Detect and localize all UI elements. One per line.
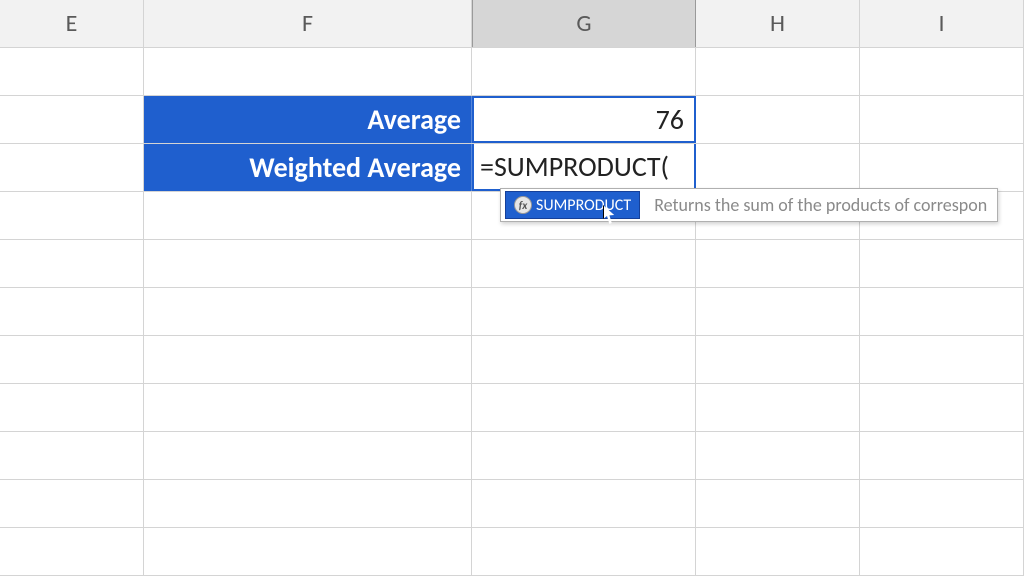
- cell-F7[interactable]: [144, 336, 472, 383]
- cell-H6[interactable]: [696, 288, 860, 335]
- cell-I5[interactable]: [860, 240, 1024, 287]
- cell-I2[interactable]: [860, 96, 1024, 143]
- row-5: [0, 240, 1024, 288]
- cell-F6[interactable]: [144, 288, 472, 335]
- row-1: [0, 48, 1024, 96]
- cell-F1[interactable]: [144, 48, 472, 95]
- cell-G5[interactable]: [472, 240, 696, 287]
- cell-H2[interactable]: [696, 96, 860, 143]
- cell-G8[interactable]: [472, 384, 696, 431]
- cell-E4[interactable]: [0, 192, 144, 239]
- cell-H5[interactable]: [696, 240, 860, 287]
- row-2: Average 76: [0, 96, 1024, 144]
- cell-E7[interactable]: [0, 336, 144, 383]
- cell-I7[interactable]: [860, 336, 1024, 383]
- cell-I11[interactable]: [860, 528, 1024, 575]
- cell-I3[interactable]: [860, 144, 1024, 191]
- cell-H1[interactable]: [696, 48, 860, 95]
- col-header-E[interactable]: E: [0, 0, 144, 47]
- cell-H11[interactable]: [696, 528, 860, 575]
- cell-F11[interactable]: [144, 528, 472, 575]
- cell-G10[interactable]: [472, 480, 696, 527]
- spreadsheet: E F G H I Average 76 Weighted Average =S…: [0, 0, 1024, 576]
- cell-I6[interactable]: [860, 288, 1024, 335]
- row-6: [0, 288, 1024, 336]
- cell-F9[interactable]: [144, 432, 472, 479]
- row-9: [0, 432, 1024, 480]
- cell-H3[interactable]: [696, 144, 860, 191]
- cell-H8[interactable]: [696, 384, 860, 431]
- cell-I10[interactable]: [860, 480, 1024, 527]
- cell-E11[interactable]: [0, 528, 144, 575]
- cell-G11[interactable]: [472, 528, 696, 575]
- cell-F5[interactable]: [144, 240, 472, 287]
- cell-F3[interactable]: Weighted Average: [144, 144, 472, 191]
- cell-G9[interactable]: [472, 432, 696, 479]
- cell-E9[interactable]: [0, 432, 144, 479]
- row-8: [0, 384, 1024, 432]
- cell-H10[interactable]: [696, 480, 860, 527]
- cell-F8[interactable]: [144, 384, 472, 431]
- cell-E3[interactable]: [0, 144, 144, 191]
- cell-E2[interactable]: [0, 96, 144, 143]
- col-header-G[interactable]: G: [472, 0, 696, 47]
- cell-G2[interactable]: 76: [472, 96, 696, 143]
- autocomplete-fn-name: SUMPRODUCT: [536, 196, 631, 215]
- col-header-I[interactable]: I: [860, 0, 1024, 47]
- grid: Average 76 Weighted Average =SUMPRODUCT(: [0, 48, 1024, 576]
- cell-F4[interactable]: [144, 192, 472, 239]
- cell-E5[interactable]: [0, 240, 144, 287]
- fx-icon: fx: [514, 196, 532, 214]
- row-7: [0, 336, 1024, 384]
- autocomplete-description: Returns the sum of the products of corre…: [644, 189, 997, 221]
- cell-E1[interactable]: [0, 48, 144, 95]
- cell-H9[interactable]: [696, 432, 860, 479]
- row-11: [0, 528, 1024, 576]
- formula-autocomplete-tooltip[interactable]: fx SUMPRODUCT Returns the sum of the pro…: [500, 188, 998, 222]
- cell-H7[interactable]: [696, 336, 860, 383]
- cell-G6[interactable]: [472, 288, 696, 335]
- cell-I1[interactable]: [860, 48, 1024, 95]
- cell-I8[interactable]: [860, 384, 1024, 431]
- cell-G3-formula-input[interactable]: =SUMPRODUCT(: [472, 144, 696, 191]
- row-10: [0, 480, 1024, 528]
- row-3: Weighted Average =SUMPRODUCT(: [0, 144, 1024, 192]
- autocomplete-item-sumproduct[interactable]: fx SUMPRODUCT: [505, 191, 640, 219]
- cell-G7[interactable]: [472, 336, 696, 383]
- cell-F10[interactable]: [144, 480, 472, 527]
- column-headers-row: E F G H I: [0, 0, 1024, 48]
- col-header-F[interactable]: F: [144, 0, 472, 47]
- cell-E6[interactable]: [0, 288, 144, 335]
- col-header-H[interactable]: H: [696, 0, 860, 47]
- cell-G1[interactable]: [472, 48, 696, 95]
- cell-E10[interactable]: [0, 480, 144, 527]
- cell-F2[interactable]: Average: [144, 96, 472, 143]
- cell-E8[interactable]: [0, 384, 144, 431]
- cell-I9[interactable]: [860, 432, 1024, 479]
